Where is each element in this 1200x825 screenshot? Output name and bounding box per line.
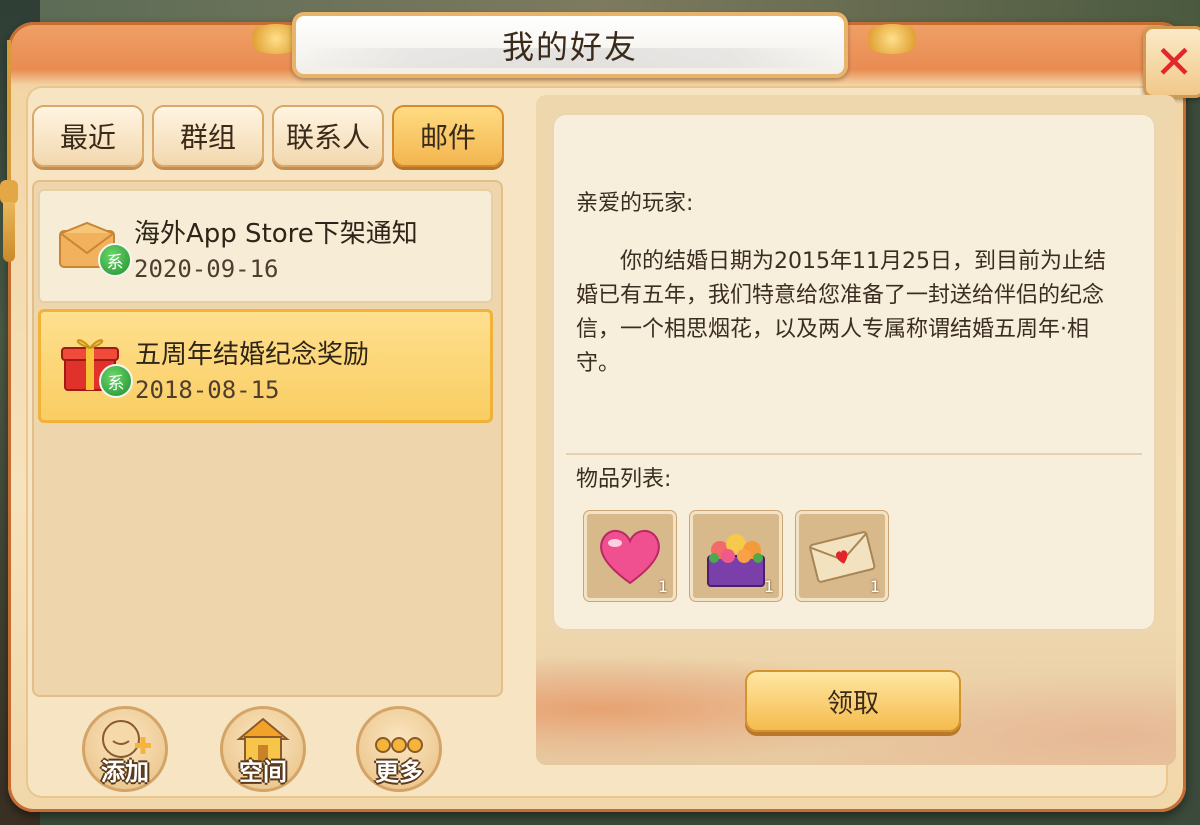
tab-mail[interactable]: 邮件	[392, 105, 504, 167]
add-friend-button[interactable]: 添加	[82, 706, 168, 792]
tab-contacts[interactable]: 联系人	[272, 105, 384, 167]
item-quantity: 1	[657, 577, 668, 596]
system-badge: 系	[98, 243, 132, 277]
tab-recent[interactable]: 最近	[32, 105, 144, 167]
more-label: 更多	[375, 758, 423, 786]
mail-subject: 五周年结婚纪念奖励	[135, 340, 370, 370]
space-button[interactable]: 空间	[220, 706, 306, 792]
mail-subject: 海外App Store下架通知	[134, 219, 418, 249]
claim-button[interactable]: 领取	[745, 670, 961, 732]
item-quantity: 1	[763, 577, 774, 596]
gift-box-icon: 系	[59, 332, 133, 398]
mail-date: 2018-08-15	[135, 376, 280, 404]
tab-bar: 最近 群组 联系人 邮件	[32, 105, 504, 167]
item-slot[interactable]: 1	[796, 511, 888, 601]
more-button[interactable]: 更多	[356, 706, 442, 792]
divider	[566, 453, 1142, 455]
mail-content: 亲爱的玩家: 你的结婚日期为2015年11月25日，到目前为止结婚已有五年，我们…	[552, 113, 1156, 631]
mail-list: 系 海外App Store下架通知 2020-09-16 系 五周年结婚纪念奖励…	[32, 180, 503, 697]
add-label: 添加	[101, 758, 149, 786]
tab-groups[interactable]: 群组	[152, 105, 264, 167]
title-ornament-right	[862, 24, 922, 54]
space-label: 空间	[239, 758, 287, 786]
mail-greeting: 亲爱的玩家:	[576, 191, 694, 216]
item-slot[interactable]: 1	[584, 511, 676, 601]
system-badge: 系	[99, 364, 133, 398]
window-title: 我的好友	[501, 28, 638, 66]
mail-body: 你的结婚日期为2015年11月25日，到目前为止结婚已有五年，我们特意给您准备了…	[576, 249, 1106, 376]
items-label: 物品列表:	[576, 467, 672, 492]
tassel-ornament	[0, 40, 18, 270]
close-icon: ✕	[1154, 35, 1194, 89]
mail-item-selected[interactable]: 系 五周年结婚纪念奖励 2018-08-15	[38, 309, 493, 423]
mail-date: 2020-09-16	[134, 255, 279, 283]
item-quantity: 1	[869, 577, 880, 596]
close-button[interactable]: ✕	[1143, 26, 1200, 98]
envelope-icon: 系	[58, 221, 132, 285]
mail-item[interactable]: 系 海外App Store下架通知 2020-09-16	[38, 189, 493, 303]
title-banner: 我的好友	[292, 12, 848, 78]
item-slot[interactable]: 1	[690, 511, 782, 601]
